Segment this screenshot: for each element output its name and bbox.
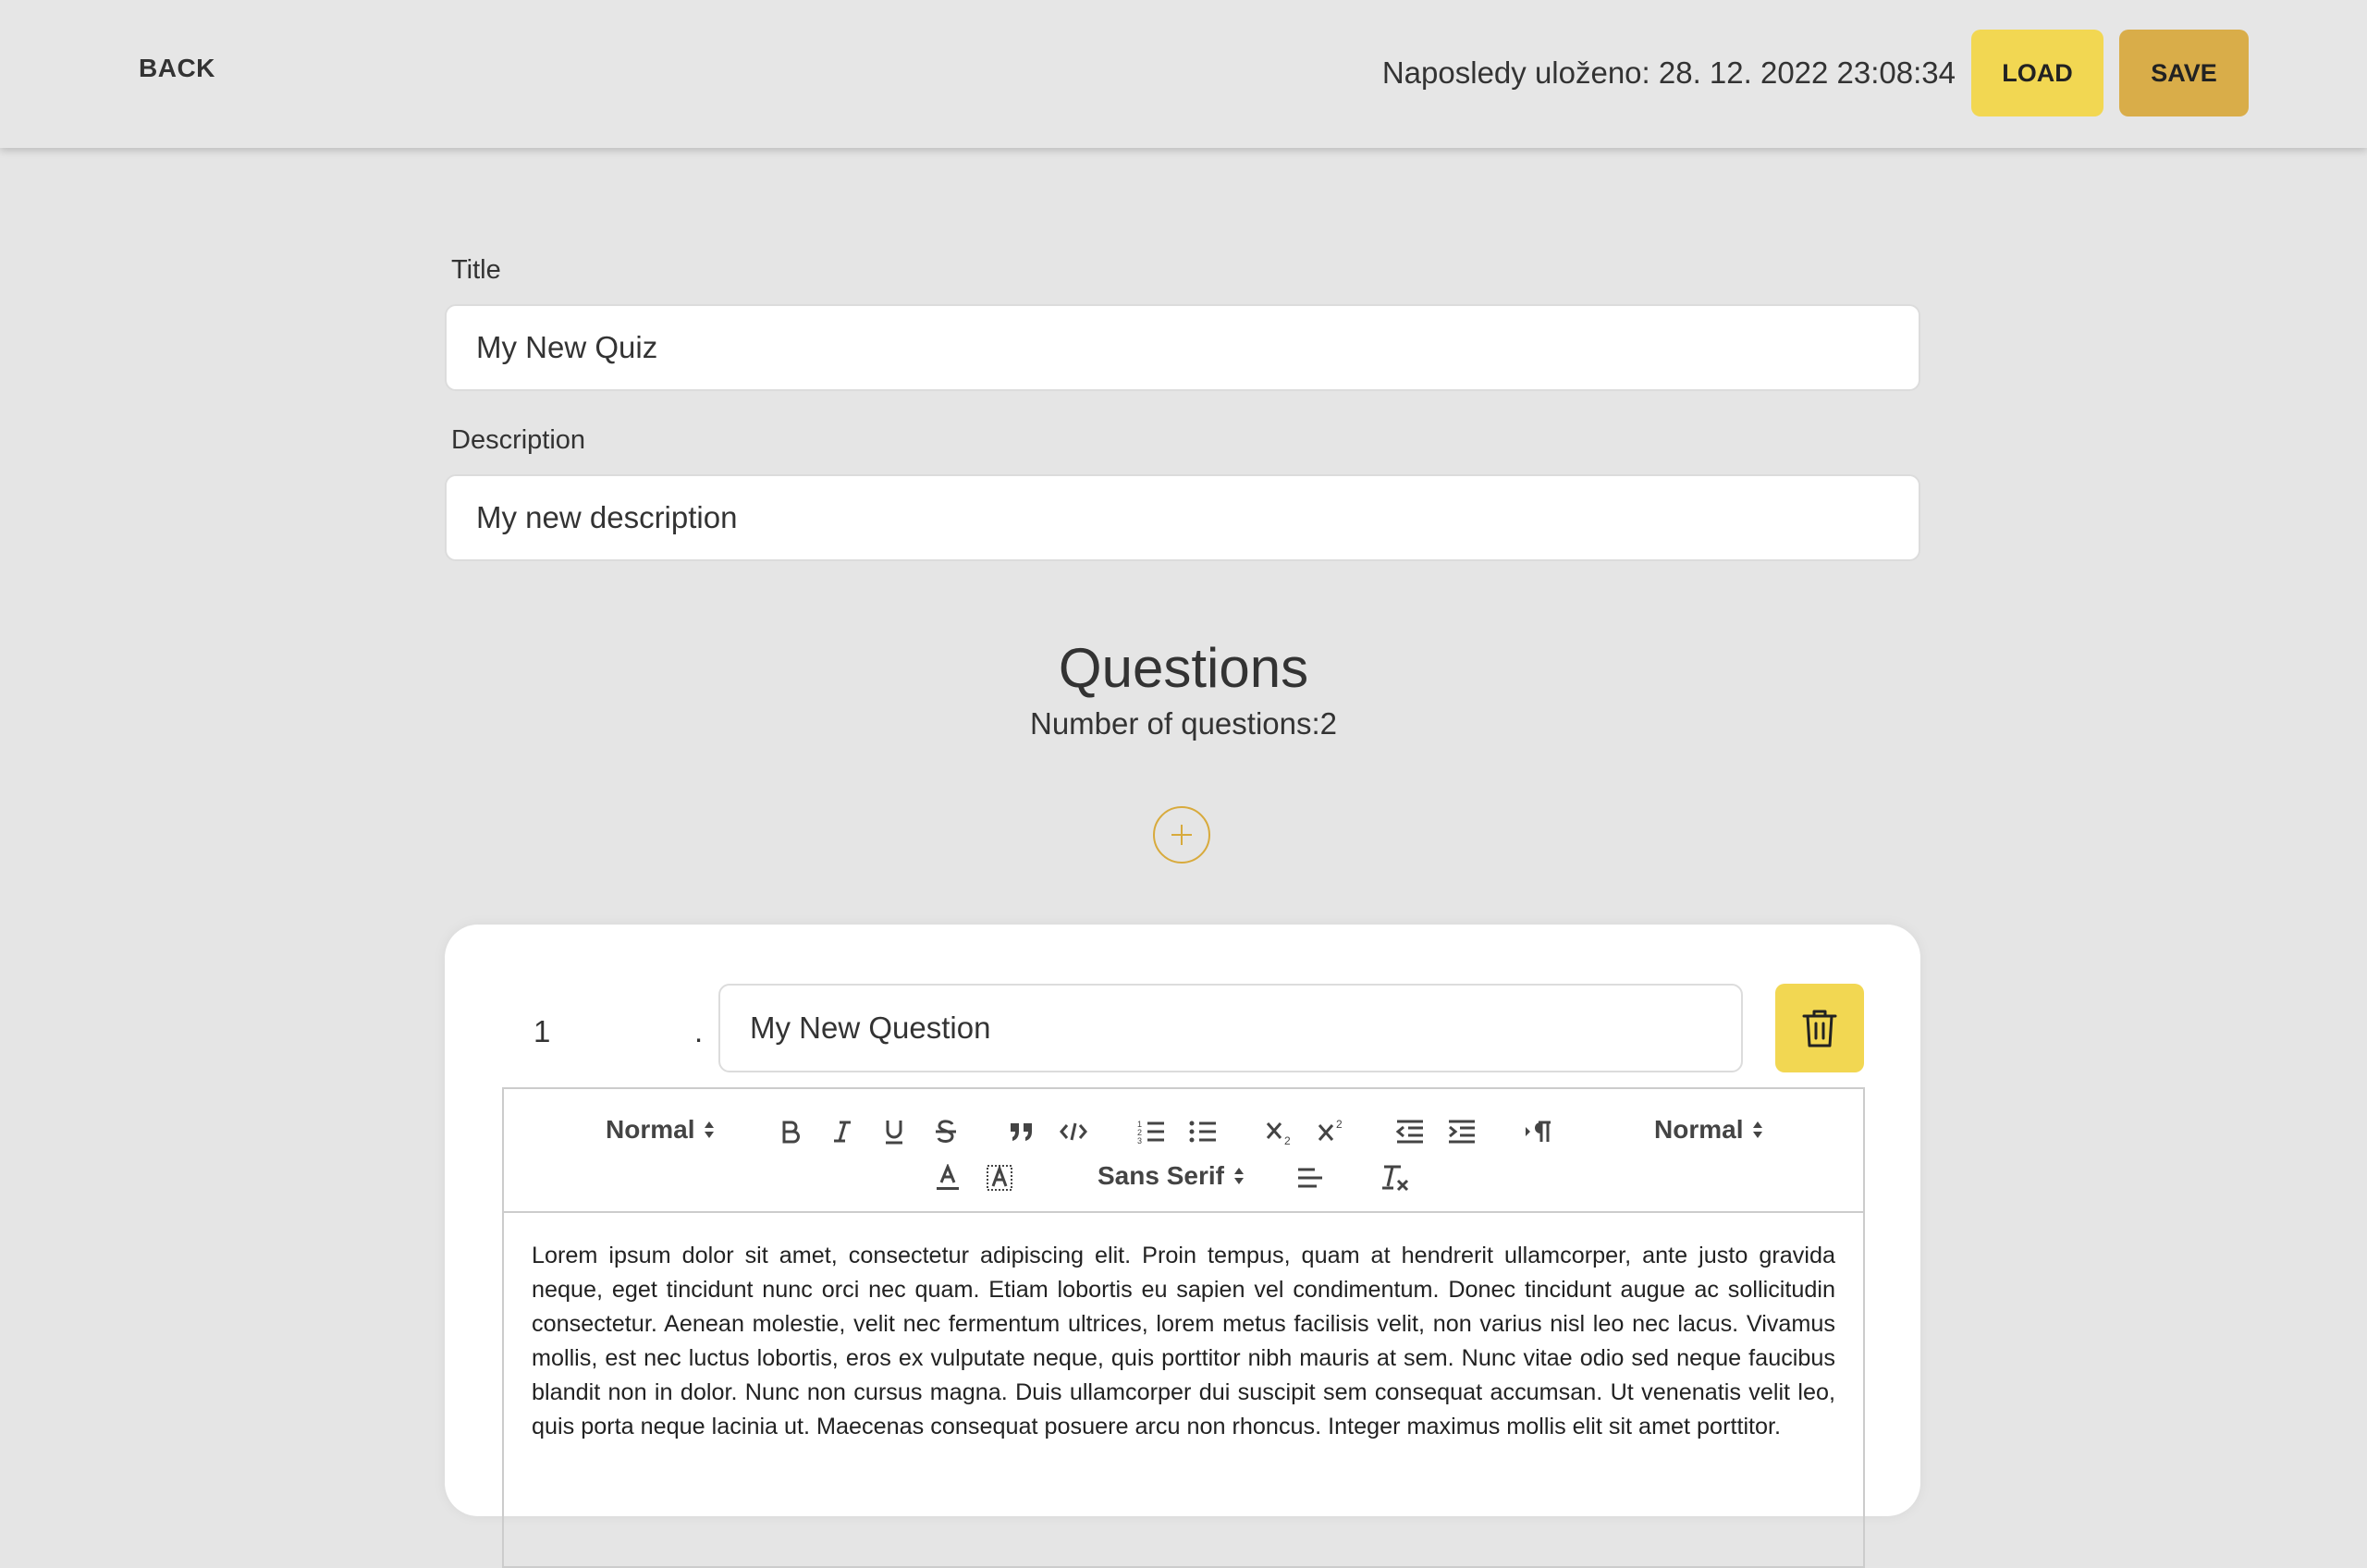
font-color-icon — [937, 1164, 959, 1190]
superscript-icon: 2 — [1318, 1118, 1343, 1141]
quote-icon — [1011, 1123, 1032, 1141]
title-label: Title — [451, 255, 501, 285]
code-block-button[interactable] — [1055, 1111, 1092, 1152]
header-select[interactable]: Normal — [606, 1115, 715, 1145]
strikethrough-icon — [936, 1120, 956, 1143]
text-color-button[interactable] — [929, 1158, 966, 1198]
clear-format-icon — [1382, 1165, 1409, 1192]
italic-icon — [834, 1121, 851, 1143]
add-question-button[interactable] — [1153, 806, 1210, 864]
ordered-list-icon: 123 — [1137, 1120, 1164, 1145]
question-number-separator: . — [694, 1014, 704, 1048]
questions-count: Number of questions:2 — [1029, 706, 1337, 741]
background-color-icon — [987, 1164, 1012, 1191]
svg-text:2: 2 — [1336, 1118, 1343, 1131]
text-direction-button[interactable] — [1521, 1111, 1558, 1152]
superscript-button[interactable]: 2 — [1314, 1111, 1351, 1152]
title-input[interactable] — [445, 304, 1920, 391]
rich-text-editor: Normal 123 2 2 Normal Sans Serif Lorem i… — [502, 1087, 1865, 1568]
indent-button[interactable] — [1443, 1111, 1480, 1152]
underline-icon — [886, 1121, 902, 1145]
save-button[interactable]: SAVE — [2119, 30, 2249, 116]
clear-formatting-button[interactable] — [1377, 1158, 1414, 1198]
bullet-list-button[interactable] — [1184, 1111, 1221, 1152]
top-bar: BACK Naposledy uloženo: 28. 12. 2022 23:… — [0, 0, 2367, 148]
header-select-value: Normal — [606, 1115, 695, 1144]
ordered-list-button[interactable]: 123 — [1133, 1111, 1170, 1152]
description-label: Description — [451, 425, 586, 455]
underline-button[interactable] — [876, 1111, 913, 1152]
editor-content[interactable]: Lorem ipsum dolor sit amet, consectetur … — [532, 1239, 1835, 1444]
updown-arrows-icon — [1233, 1168, 1244, 1184]
font-select[interactable]: Sans Serif — [1098, 1161, 1245, 1191]
code-icon — [1060, 1122, 1087, 1141]
updown-arrows-icon — [705, 1121, 715, 1138]
background-color-button[interactable] — [981, 1158, 1018, 1198]
questions-heading: Questions — [1058, 637, 1309, 699]
load-button[interactable]: LOAD — [1971, 30, 2103, 116]
question-card: 1 . Normal — [445, 925, 1920, 1568]
size-select-value: Normal — [1654, 1115, 1744, 1144]
align-left-icon — [1298, 1168, 1322, 1188]
bold-icon — [782, 1121, 800, 1144]
font-select-value: Sans Serif — [1098, 1161, 1224, 1190]
bullet-list-icon — [1189, 1121, 1216, 1143]
size-select[interactable]: Normal — [1654, 1115, 1763, 1145]
paragraph-direction-icon — [1526, 1121, 1551, 1142]
svg-text:2: 2 — [1284, 1134, 1291, 1145]
outdent-button[interactable] — [1392, 1111, 1429, 1152]
question-text-input[interactable] — [718, 984, 1743, 1072]
outdent-icon — [1395, 1120, 1423, 1144]
align-button[interactable] — [1292, 1158, 1329, 1198]
back-button[interactable]: BACK — [139, 54, 215, 83]
strike-button[interactable] — [927, 1111, 964, 1152]
bold-button[interactable] — [772, 1111, 809, 1152]
delete-question-button[interactable] — [1775, 984, 1864, 1072]
blockquote-button[interactable] — [1003, 1111, 1040, 1152]
editor-toolbar: Normal 123 2 2 Normal Sans Serif — [504, 1089, 1863, 1213]
svg-text:3: 3 — [1137, 1136, 1142, 1145]
last-saved-status: Naposledy uloženo: 28. 12. 2022 23:08:34 — [1381, 55, 1956, 90]
subscript-button[interactable]: 2 — [1262, 1111, 1299, 1152]
description-input[interactable] — [445, 474, 1920, 561]
subscript-icon: 2 — [1266, 1122, 1291, 1145]
question-number: 1 — [533, 1014, 551, 1048]
updown-arrows-icon — [1753, 1121, 1763, 1138]
indent-icon — [1449, 1120, 1475, 1144]
italic-button[interactable] — [824, 1111, 861, 1152]
trash-icon — [1802, 1010, 1837, 1047]
plus-icon — [1171, 825, 1192, 845]
